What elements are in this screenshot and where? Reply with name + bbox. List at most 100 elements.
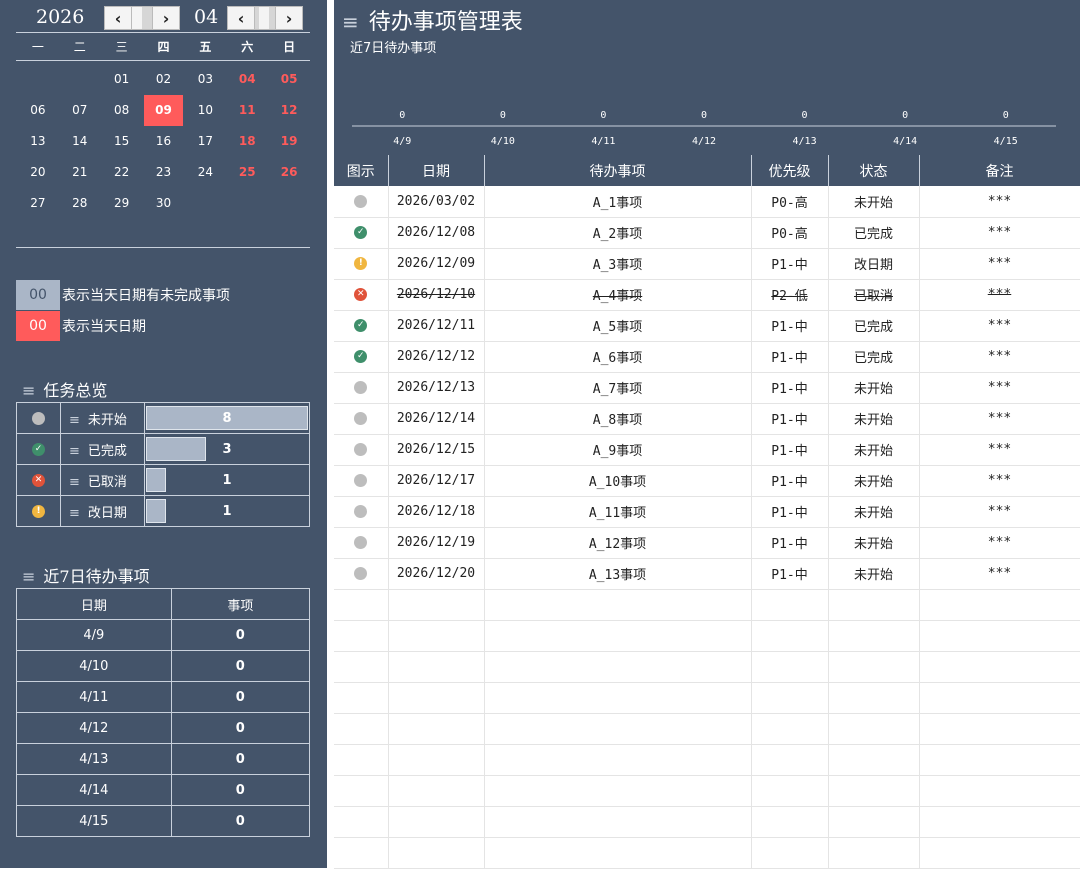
cell-status[interactable]: 未开始 xyxy=(828,403,920,435)
empty-row[interactable] xyxy=(334,713,1080,745)
calendar-day[interactable]: 05 xyxy=(268,64,310,95)
calendar-day[interactable]: 20 xyxy=(17,157,59,188)
table-row[interactable]: ! 2026/12/09 A_3事项 P1-中 改日期 *** xyxy=(334,248,1080,280)
year-next-button[interactable]: › xyxy=(153,7,179,29)
calendar-day[interactable]: 24 xyxy=(184,157,226,188)
cell-task[interactable]: A_1事项 xyxy=(484,186,752,218)
cell-date[interactable]: 2026/12/10 xyxy=(388,279,485,311)
table-row[interactable]: ✓ 2026/12/08 A_2事项 P0-高 已完成 *** xyxy=(334,217,1080,249)
cell-date[interactable]: 2026/12/20 xyxy=(388,558,485,590)
cell-status[interactable]: 未开始 xyxy=(828,558,920,590)
calendar-day[interactable]: 21 xyxy=(59,157,101,188)
empty-cell[interactable] xyxy=(919,775,1080,807)
empty-cell[interactable] xyxy=(334,713,389,745)
calendar-day[interactable]: 22 xyxy=(101,157,143,188)
empty-cell[interactable] xyxy=(334,806,389,838)
empty-cell[interactable] xyxy=(484,744,752,776)
cell-task[interactable]: A_2事项 xyxy=(484,217,752,249)
cell-task[interactable]: A_6事项 xyxy=(484,341,752,373)
empty-cell[interactable] xyxy=(388,806,485,838)
empty-cell[interactable] xyxy=(334,837,389,869)
calendar-day[interactable]: 09 xyxy=(143,95,184,126)
cell-note[interactable]: *** xyxy=(919,248,1080,280)
empty-row[interactable] xyxy=(334,775,1080,807)
calendar-day[interactable]: 30 xyxy=(143,188,185,219)
cell-task[interactable]: A_11事项 xyxy=(484,496,752,528)
calendar-day[interactable]: 14 xyxy=(59,126,101,157)
empty-cell[interactable] xyxy=(751,589,829,621)
calendar-day[interactable]: 11 xyxy=(226,95,268,126)
empty-cell[interactable] xyxy=(828,682,920,714)
empty-cell[interactable] xyxy=(334,620,389,652)
cell-priority[interactable]: P1-中 xyxy=(751,403,829,435)
empty-cell[interactable] xyxy=(919,589,1080,621)
cell-task[interactable]: A_8事项 xyxy=(484,403,752,435)
empty-cell[interactable] xyxy=(388,837,485,869)
table-row[interactable]: ✓ 2026/12/11 A_5事项 P1-中 已完成 *** xyxy=(334,310,1080,342)
year-prev-button[interactable]: ‹ xyxy=(105,7,131,29)
cell-priority[interactable]: P1-中 xyxy=(751,248,829,280)
empty-cell[interactable] xyxy=(751,837,829,869)
cell-status[interactable]: 未开始 xyxy=(828,372,920,404)
cell-note[interactable]: *** xyxy=(919,217,1080,249)
empty-cell[interactable] xyxy=(751,682,829,714)
empty-row[interactable] xyxy=(334,620,1080,652)
empty-cell[interactable] xyxy=(828,651,920,683)
empty-cell[interactable] xyxy=(919,713,1080,745)
cell-priority[interactable]: P1-中 xyxy=(751,372,829,404)
empty-cell[interactable] xyxy=(919,744,1080,776)
cell-status[interactable]: 已完成 xyxy=(828,217,920,249)
calendar-day[interactable]: 18 xyxy=(226,126,268,157)
cell-note[interactable]: *** xyxy=(919,496,1080,528)
cell-priority[interactable]: P1-中 xyxy=(751,465,829,497)
cell-note[interactable]: *** xyxy=(919,465,1080,497)
table-row[interactable]: 2026/12/18 A_11事项 P1-中 未开始 *** xyxy=(334,496,1080,528)
month-scroll-track[interactable] xyxy=(254,7,276,29)
cell-priority[interactable]: P1-中 xyxy=(751,558,829,590)
calendar-day[interactable]: 08 xyxy=(101,95,143,126)
table-row[interactable]: 2026/12/15 A_9事项 P1-中 未开始 *** xyxy=(334,434,1080,466)
cell-task[interactable]: A_12事项 xyxy=(484,527,752,559)
cell-date[interactable]: 2026/12/19 xyxy=(388,527,485,559)
cell-note[interactable]: *** xyxy=(919,527,1080,559)
calendar-day[interactable]: 10 xyxy=(184,95,226,126)
empty-cell[interactable] xyxy=(484,589,752,621)
cell-status[interactable]: 已完成 xyxy=(828,310,920,342)
empty-cell[interactable] xyxy=(751,744,829,776)
table-row[interactable]: 2026/03/02 A_1事项 P0-高 未开始 *** xyxy=(334,186,1080,218)
table-row[interactable]: 2026/12/19 A_12事项 P1-中 未开始 *** xyxy=(334,527,1080,559)
cell-status[interactable]: 改日期 xyxy=(828,248,920,280)
calendar-day[interactable]: 26 xyxy=(268,157,310,188)
calendar-day[interactable]: 07 xyxy=(59,95,101,126)
empty-cell[interactable] xyxy=(484,713,752,745)
empty-cell[interactable] xyxy=(484,806,752,838)
table-row[interactable]: 2026/12/17 A_10事项 P1-中 未开始 *** xyxy=(334,465,1080,497)
cell-note[interactable]: *** xyxy=(919,403,1080,435)
cell-status[interactable]: 未开始 xyxy=(828,527,920,559)
empty-cell[interactable] xyxy=(828,589,920,621)
cell-date[interactable]: 2026/12/15 xyxy=(388,434,485,466)
empty-cell[interactable] xyxy=(751,620,829,652)
empty-cell[interactable] xyxy=(484,837,752,869)
calendar-day[interactable]: 15 xyxy=(101,126,143,157)
year-scroll-track[interactable] xyxy=(131,7,153,29)
empty-cell[interactable] xyxy=(388,651,485,683)
cell-date[interactable]: 2026/12/08 xyxy=(388,217,485,249)
empty-cell[interactable] xyxy=(828,775,920,807)
cell-status[interactable]: 已取消 xyxy=(828,279,920,311)
cell-priority[interactable]: P1-中 xyxy=(751,310,829,342)
cell-date[interactable]: 2026/12/18 xyxy=(388,496,485,528)
cell-task[interactable]: A_5事项 xyxy=(484,310,752,342)
empty-cell[interactable] xyxy=(919,806,1080,838)
calendar-day[interactable]: 27 xyxy=(17,188,59,219)
empty-cell[interactable] xyxy=(334,682,389,714)
column-header[interactable]: 待办事项 xyxy=(484,155,752,186)
cell-priority[interactable]: P1-中 xyxy=(751,341,829,373)
calendar-day[interactable]: 12 xyxy=(268,95,310,126)
cell-priority[interactable]: P1-中 xyxy=(751,434,829,466)
cell-status[interactable]: 未开始 xyxy=(828,186,920,218)
empty-cell[interactable] xyxy=(388,589,485,621)
column-header[interactable]: 图示 xyxy=(334,155,389,186)
calendar-day[interactable]: 23 xyxy=(143,157,185,188)
empty-cell[interactable] xyxy=(388,744,485,776)
